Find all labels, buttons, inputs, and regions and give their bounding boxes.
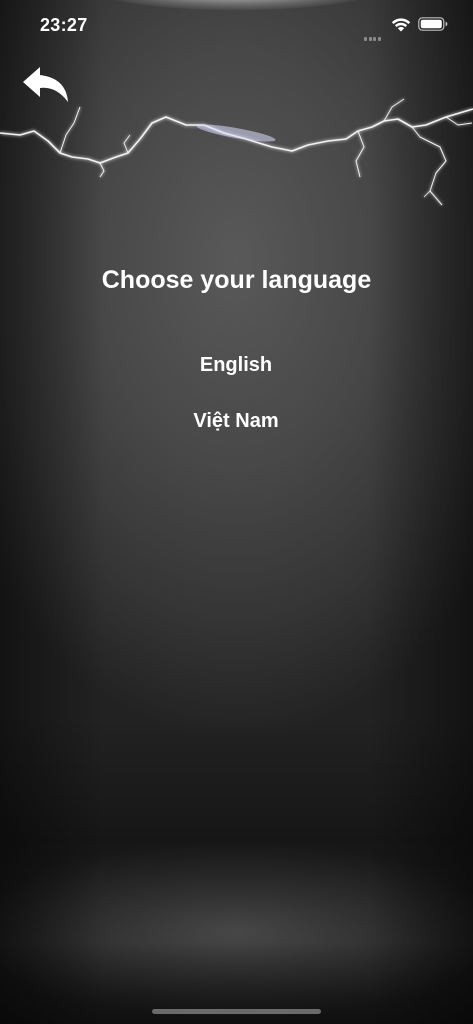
lightning-bolt-icon bbox=[0, 98, 473, 206]
page-title: Choose your language bbox=[101, 266, 372, 294]
language-option-vietnamese[interactable]: Việt Nam bbox=[136, 410, 336, 433]
status-time: 23:27 bbox=[40, 15, 88, 35]
battery-full-icon bbox=[418, 17, 448, 31]
wifi-icon bbox=[391, 18, 411, 32]
language-option-english[interactable]: English bbox=[136, 354, 336, 377]
language-screen: 23:27 Choose your language English Việt … bbox=[0, 0, 473, 1024]
home-indicator[interactable] bbox=[152, 1009, 321, 1014]
cellular-signal-icon bbox=[364, 28, 386, 41]
status-bar: 23:27 bbox=[0, 0, 473, 50]
